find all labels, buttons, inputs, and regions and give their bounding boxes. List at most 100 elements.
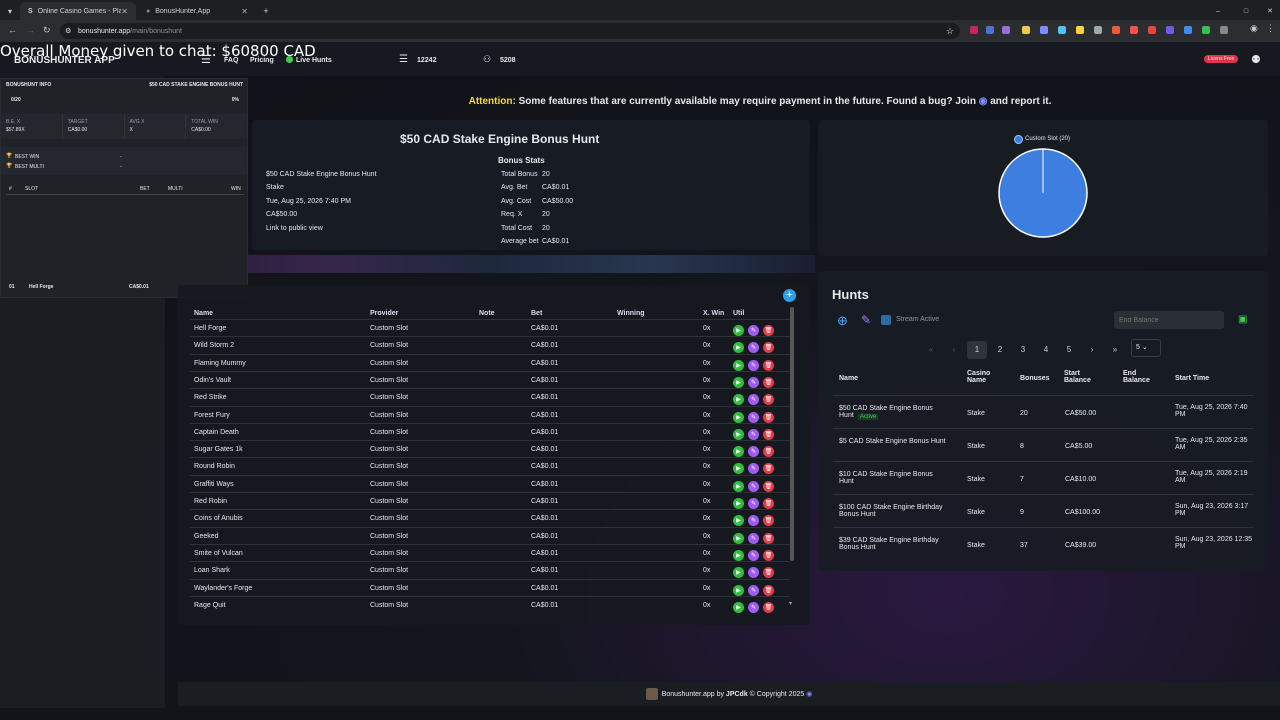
edit-icon[interactable]: ✎ bbox=[748, 515, 759, 527]
extensions-puzzle-icon[interactable] bbox=[1220, 26, 1228, 34]
extension-icon[interactable] bbox=[970, 26, 978, 34]
edit-icon[interactable]: ✎ bbox=[748, 446, 759, 458]
edit-icon[interactable]: ✎ bbox=[748, 325, 759, 336]
play-icon[interactable]: ▶ bbox=[733, 325, 744, 336]
slot-row[interactable]: Captain Death Custom Slot CA$0.01 0x ▶ ✎ 🗑 bbox=[190, 422, 790, 440]
extension-icon[interactable] bbox=[1112, 26, 1120, 34]
trash-icon[interactable]: 🗑 bbox=[763, 549, 774, 561]
play-icon[interactable]: ▶ bbox=[733, 428, 744, 440]
edit-icon[interactable]: ✎ bbox=[861, 313, 871, 327]
profile-avatar-icon[interactable]: ◉ bbox=[1250, 23, 1258, 34]
discord-icon[interactable]: ◉ bbox=[979, 96, 988, 107]
slot-row[interactable]: Round Robin Custom Slot CA$0.01 0x ▶ ✎ 🗑 bbox=[190, 457, 790, 475]
window-close-icon[interactable]: ✕ bbox=[1262, 2, 1278, 20]
edit-icon[interactable]: ✎ bbox=[748, 532, 759, 544]
edit-icon[interactable]: ✎ bbox=[748, 601, 759, 613]
edit-icon[interactable]: ✎ bbox=[748, 549, 759, 561]
page-button[interactable]: 4 bbox=[1036, 341, 1056, 359]
page-size-select[interactable]: 5 ⌄ bbox=[1131, 339, 1161, 357]
user-account-icon[interactable]: ⚉ bbox=[1251, 53, 1261, 66]
trash-icon[interactable]: 🗑 bbox=[763, 515, 774, 527]
browser-menu-icon[interactable]: ⋮ bbox=[1266, 23, 1275, 34]
slot-row[interactable]: Graffiti Ways Custom Slot CA$0.01 0x ▶ ✎ 🗑 bbox=[190, 474, 790, 492]
play-icon[interactable]: ▶ bbox=[733, 342, 744, 354]
hunt-row[interactable]: $100 CAD Stake Engine Birthday Bonus Hun… bbox=[833, 494, 1253, 527]
bookmark-star-icon[interactable]: ☆ bbox=[946, 26, 954, 37]
extension-icon[interactable] bbox=[1166, 26, 1174, 34]
slot-row[interactable]: Smite of Vulcan Custom Slot CA$0.01 0x ▶ ✎ 🗑 bbox=[190, 543, 790, 561]
hunt-row[interactable]: $5 CAD Stake Engine Bonus Hunt Stake 8 CA$5… bbox=[833, 428, 1253, 461]
page-button[interactable]: 1 bbox=[967, 341, 987, 359]
trash-icon[interactable]: 🗑 bbox=[763, 532, 774, 544]
slot-row[interactable]: Odin's Vault Custom Slot CA$0.01 0x ▶ ✎ 🗑 bbox=[190, 370, 790, 388]
edit-icon[interactable]: ✎ bbox=[748, 359, 759, 371]
edit-icon[interactable]: ✎ bbox=[748, 342, 759, 354]
trash-icon[interactable]: 🗑 bbox=[763, 446, 774, 458]
page-button[interactable]: ‹ bbox=[944, 341, 964, 359]
scroll-down-arrow-icon[interactable]: ▾ bbox=[789, 600, 792, 607]
license-badge[interactable]: Licens Free bbox=[1204, 55, 1239, 63]
play-icon[interactable]: ▶ bbox=[733, 567, 744, 579]
play-icon[interactable]: ▶ bbox=[733, 394, 744, 406]
hunt-row[interactable]: $50 CAD Stake Engine Bonus Hunt Stake 20 CA… bbox=[833, 395, 1253, 428]
play-icon[interactable]: ▶ bbox=[733, 515, 744, 527]
extension-icon[interactable] bbox=[1130, 26, 1138, 34]
maximize-icon[interactable]: □ bbox=[1238, 2, 1254, 20]
play-icon[interactable]: ▶ bbox=[733, 446, 744, 458]
new-tab-plus-icon[interactable]: + bbox=[259, 2, 273, 20]
discord-icon[interactable]: ◉ bbox=[806, 690, 812, 698]
slot-row[interactable]: Hell Forge Custom Slot CA$0.01 0x ▶ ✎ 🗑 bbox=[190, 319, 790, 336]
extension-icon[interactable] bbox=[1184, 26, 1192, 34]
page-button[interactable]: 3 bbox=[1013, 341, 1033, 359]
extension-icon[interactable] bbox=[1076, 26, 1084, 34]
url-field[interactable]: ⚙ bonushunter.app/main/bonushunt ☆ bbox=[60, 23, 960, 39]
page-button[interactable]: « bbox=[921, 341, 941, 359]
slot-row[interactable]: Rage Quit Custom Slot CA$0.01 0x ▶ ✎ 🗑 bbox=[190, 595, 790, 613]
slot-row[interactable]: Forest Fury Custom Slot CA$0.01 0x ▶ ✎ 🗑 bbox=[190, 405, 790, 423]
end-balance-input[interactable] bbox=[1114, 311, 1224, 329]
edit-icon[interactable]: ✎ bbox=[748, 428, 759, 440]
slot-row[interactable]: Wild Storm 2 Custom Slot CA$0.01 0x ▶ ✎ 🗑 bbox=[190, 336, 790, 354]
page-button[interactable]: » bbox=[1105, 341, 1125, 359]
slot-row[interactable]: Red Strike Custom Slot CA$0.01 0x ▶ ✎ 🗑 bbox=[190, 388, 790, 406]
trash-icon[interactable]: 🗑 bbox=[763, 376, 774, 388]
edit-icon[interactable]: ✎ bbox=[748, 463, 759, 475]
slot-row[interactable]: Sugar Gates 1k Custom Slot CA$0.01 0x ▶ ✎ 🗑 bbox=[190, 440, 790, 458]
trash-icon[interactable]: 🗑 bbox=[763, 601, 774, 613]
play-icon[interactable]: ▶ bbox=[733, 601, 744, 613]
slot-row[interactable]: Red Robin Custom Slot CA$0.01 0x ▶ ✎ 🗑 bbox=[190, 492, 790, 509]
add-slot-button[interactable]: + bbox=[783, 289, 796, 302]
play-icon[interactable]: ▶ bbox=[733, 359, 744, 371]
page-button[interactable]: 5 bbox=[1059, 341, 1079, 359]
edit-icon[interactable]: ✎ bbox=[748, 584, 759, 596]
table-scrollbar[interactable] bbox=[790, 307, 794, 561]
edit-icon[interactable]: ✎ bbox=[748, 480, 759, 492]
tab-bonushunter[interactable]: ● BonusHunter.App ✕ bbox=[138, 2, 256, 20]
minimize-icon[interactable]: – bbox=[1210, 2, 1226, 20]
extension-icon[interactable] bbox=[1002, 26, 1010, 34]
close-icon[interactable]: ✕ bbox=[121, 7, 128, 16]
hunt-row[interactable]: $39 CAD Stake Engine Birthday Bonus Hunt… bbox=[833, 527, 1253, 560]
tab-list-dropdown-icon[interactable]: ▾ bbox=[2, 2, 18, 20]
extension-icon[interactable] bbox=[1058, 26, 1066, 34]
play-icon[interactable]: ▶ bbox=[733, 584, 744, 596]
slot-row[interactable]: Geeked Custom Slot CA$0.01 0x ▶ ✎ 🗑 bbox=[190, 526, 790, 544]
legend-swatch[interactable] bbox=[1014, 135, 1023, 144]
close-icon[interactable]: ✕ bbox=[241, 7, 248, 16]
trash-icon[interactable]: 🗑 bbox=[763, 394, 774, 406]
edit-icon[interactable]: ✎ bbox=[748, 394, 759, 406]
play-icon[interactable]: ▶ bbox=[733, 498, 744, 509]
edit-icon[interactable]: ✎ bbox=[748, 567, 759, 579]
extension-icon[interactable] bbox=[1148, 26, 1156, 34]
reload-icon[interactable]: ↻ bbox=[43, 25, 51, 36]
save-balance-icon[interactable]: ▣ bbox=[1238, 314, 1247, 325]
page-button[interactable]: 2 bbox=[990, 341, 1010, 359]
trash-icon[interactable]: 🗑 bbox=[763, 428, 774, 440]
extension-icon[interactable] bbox=[1094, 26, 1102, 34]
extension-icon[interactable] bbox=[1022, 26, 1030, 34]
trash-icon[interactable]: 🗑 bbox=[763, 567, 774, 579]
back-arrow-icon[interactable]: ← bbox=[8, 25, 17, 35]
footer-author[interactable]: JPCdk bbox=[726, 691, 748, 698]
trash-icon[interactable]: 🗑 bbox=[763, 480, 774, 492]
play-icon[interactable]: ▶ bbox=[733, 549, 744, 561]
